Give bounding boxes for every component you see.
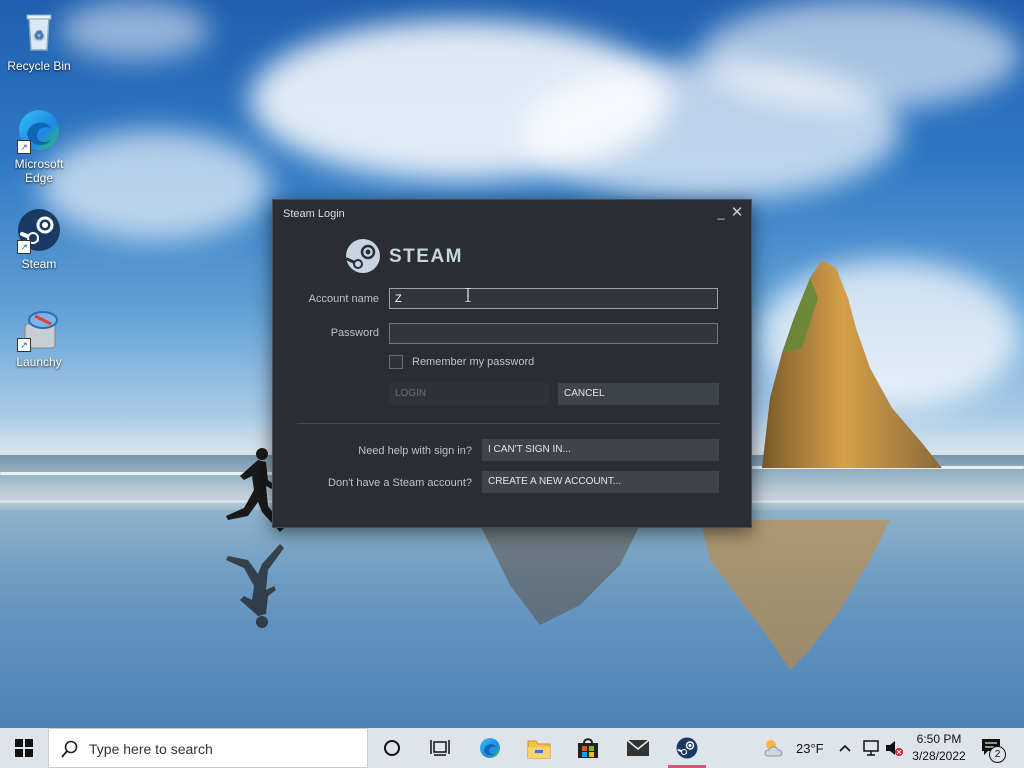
- desktop-icon-steam[interactable]: ↗ Steam: [3, 206, 75, 271]
- mail-icon: [626, 739, 650, 756]
- rock-reflection: [700, 520, 890, 670]
- cant-sign-in-button[interactable]: I CAN'T SIGN IN...: [482, 439, 719, 461]
- taskbar-steam[interactable]: [663, 728, 711, 768]
- desktop-icon-label: Microsoft Edge: [14, 157, 64, 185]
- shortcut-arrow-icon: ↗: [17, 240, 31, 254]
- chevron-up-icon: [839, 744, 851, 752]
- network-button[interactable]: [862, 738, 882, 758]
- taskbar-mail[interactable]: [614, 728, 662, 768]
- remember-password-checkbox[interactable]: [389, 355, 403, 369]
- file-explorer-icon: [527, 740, 551, 759]
- svg-text:♻: ♻: [34, 28, 45, 42]
- shortcut-arrow-icon: ↗: [17, 140, 31, 154]
- recycle-bin-icon: ♻: [15, 8, 63, 56]
- shortcut-arrow-icon: ↗: [17, 338, 31, 352]
- network-icon: [863, 740, 879, 756]
- show-hidden-icons-button[interactable]: [838, 738, 856, 758]
- steam-icon: [676, 737, 698, 759]
- runner-reflection: [226, 544, 284, 628]
- notification-count-badge: 2: [989, 746, 1006, 763]
- dialog-titlebar[interactable]: Steam Login _ ✕: [273, 200, 751, 228]
- weather-temperature[interactable]: 23°F: [796, 741, 824, 756]
- steam-login-dialog: Steam Login _ ✕ STEAM Account name Passw…: [272, 199, 752, 528]
- no-account-label: Don't have a Steam account?: [328, 477, 472, 489]
- steam-logo-icon: [345, 239, 380, 273]
- task-view-button[interactable]: [416, 728, 464, 768]
- taskbar-file-explorer[interactable]: [515, 728, 563, 768]
- desktop-icon-label: Steam: [21, 257, 57, 271]
- start-button[interactable]: [0, 728, 48, 768]
- password-label: Password: [330, 327, 379, 339]
- cortana-button[interactable]: [368, 728, 416, 768]
- taskbar-edge[interactable]: [466, 728, 514, 768]
- task-view-icon: [430, 740, 450, 756]
- login-button[interactable]: LOGIN: [389, 383, 549, 405]
- steam-icon: ↗: [15, 206, 63, 254]
- desktop-icon-launchy[interactable]: ↗ Launchy: [3, 304, 75, 369]
- weather-widget[interactable]: [762, 736, 786, 760]
- steam-logo: STEAM: [345, 238, 462, 274]
- cloud: [60, 0, 210, 60]
- steam-logo-text: STEAM: [389, 246, 463, 267]
- windows-logo-icon: [15, 739, 33, 757]
- edge-icon: [480, 738, 500, 758]
- clock-time[interactable]: 6:50 PM: [912, 732, 966, 746]
- desktop-icon-recycle-bin[interactable]: ♻ Recycle Bin: [3, 8, 75, 73]
- password-input[interactable]: [389, 323, 718, 344]
- minimize-button[interactable]: _: [713, 205, 729, 221]
- taskbar: Type here to search 23°F 6:50 PM 3/28/20…: [0, 728, 1024, 768]
- rock-formation: [762, 260, 942, 468]
- volume-button[interactable]: [884, 738, 904, 758]
- rock-reflection: [480, 525, 640, 625]
- taskbar-search-box[interactable]: Type here to search: [48, 728, 368, 768]
- desktop-icon-label: Launchy: [16, 355, 62, 369]
- cancel-button[interactable]: CANCEL: [558, 383, 719, 405]
- edge-icon: ↗: [15, 106, 63, 154]
- weather-partly-cloudy-icon: [764, 740, 783, 757]
- account-name-label: Account name: [308, 293, 379, 305]
- search-placeholder: Type here to search: [89, 741, 213, 757]
- remember-password-label[interactable]: Remember my password: [412, 356, 534, 368]
- cortana-icon: [384, 740, 400, 756]
- help-sign-in-label: Need help with sign in?: [358, 445, 472, 457]
- action-center-button[interactable]: 2: [980, 737, 1008, 763]
- dialog-title: Steam Login: [283, 208, 345, 220]
- taskbar-store[interactable]: [564, 728, 612, 768]
- volume-muted-icon: [886, 741, 903, 756]
- divider: [297, 423, 720, 424]
- cloud: [700, 0, 1020, 110]
- close-button[interactable]: ✕: [729, 205, 745, 221]
- create-account-button[interactable]: CREATE A NEW ACCOUNT...: [482, 471, 719, 493]
- clock-date[interactable]: 3/28/2022: [908, 749, 970, 763]
- search-icon: [61, 740, 78, 758]
- account-name-input[interactable]: [389, 288, 718, 309]
- desktop-icon-label: Recycle Bin: [7, 59, 71, 73]
- launchy-icon: ↗: [15, 304, 63, 352]
- text-cursor-icon: [465, 288, 471, 302]
- desktop-icon-edge[interactable]: ↗ Microsoft Edge: [3, 106, 75, 185]
- store-icon: [578, 738, 598, 758]
